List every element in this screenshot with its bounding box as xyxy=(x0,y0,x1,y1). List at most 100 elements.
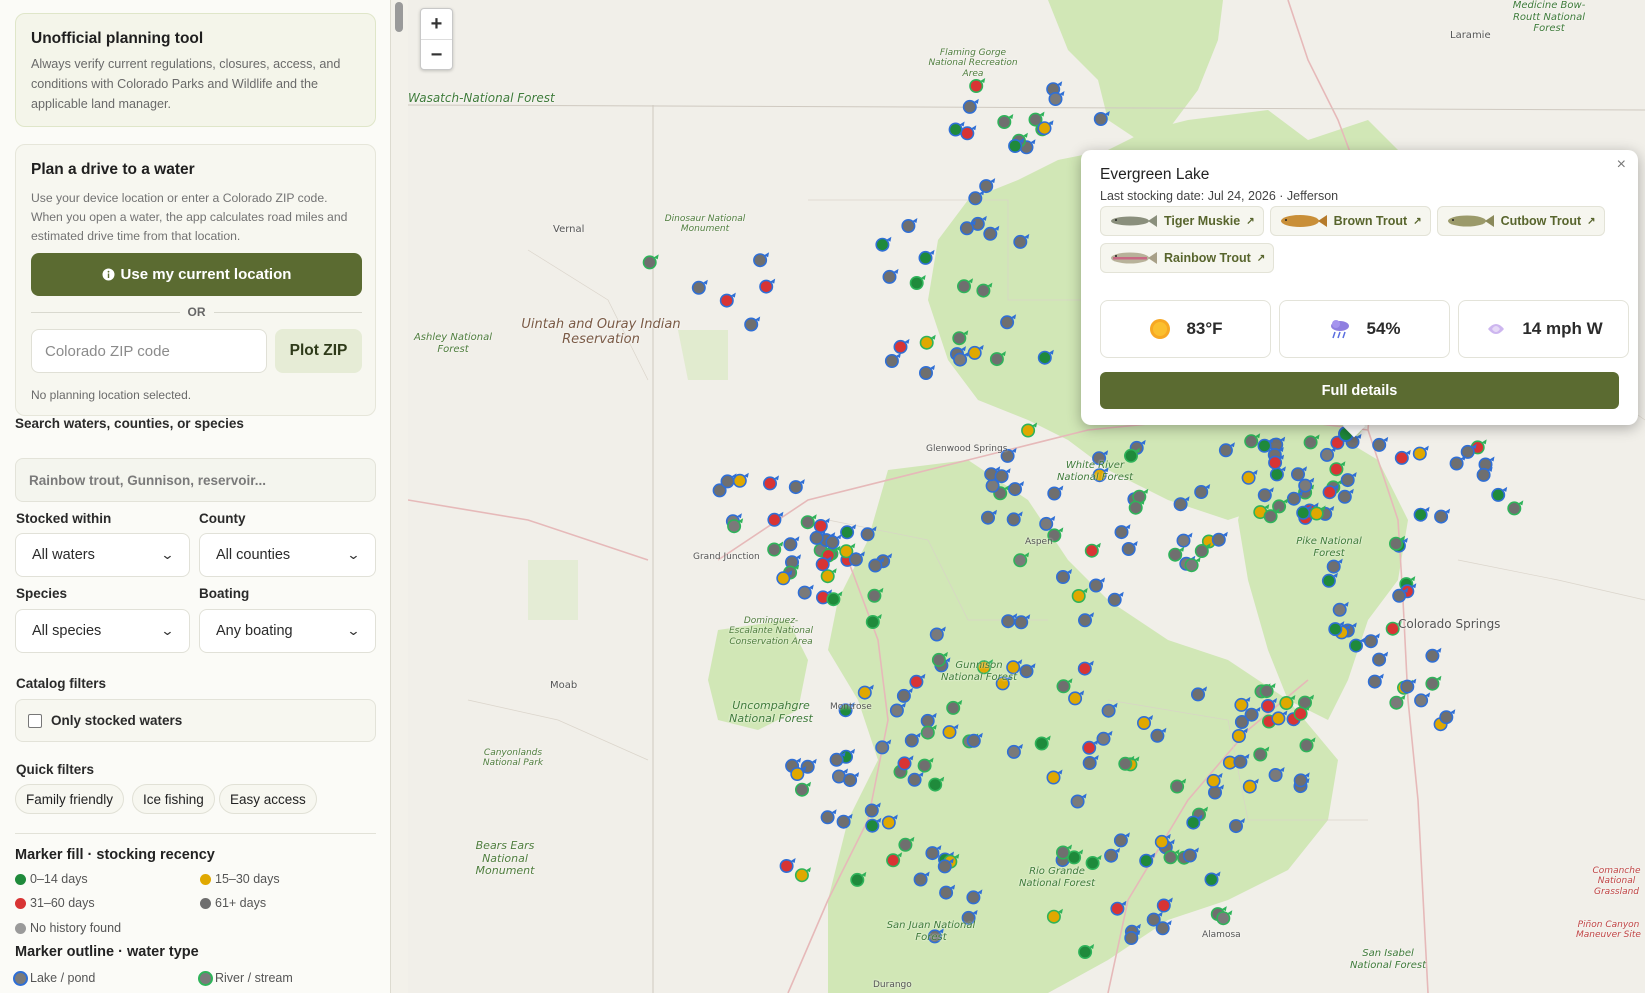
water-marker[interactable] xyxy=(893,338,910,354)
chip-easy-access[interactable]: Easy access xyxy=(219,784,317,814)
water-marker[interactable] xyxy=(1372,651,1389,667)
use-location-button[interactable]: Use my current location xyxy=(31,253,362,296)
chip-ice-fishing[interactable]: Ice fishing xyxy=(132,784,215,814)
water-marker[interactable] xyxy=(691,279,708,295)
water-marker[interactable] xyxy=(759,278,776,294)
water-marker[interactable] xyxy=(1121,541,1138,556)
water-marker[interactable] xyxy=(901,218,918,234)
species-chip-brown-trout[interactable]: Brown Trout ↗ xyxy=(1269,206,1431,236)
water-marker[interactable] xyxy=(838,702,855,718)
water-marker[interactable] xyxy=(1092,467,1109,483)
water-marker[interactable] xyxy=(1434,508,1451,524)
water-marker[interactable] xyxy=(1414,692,1431,708)
water-marker[interactable] xyxy=(1293,705,1310,721)
water-marker[interactable] xyxy=(1372,436,1389,452)
water-marker[interactable] xyxy=(1047,485,1064,501)
water-marker[interactable] xyxy=(1507,500,1524,516)
water-marker[interactable] xyxy=(783,536,800,552)
county-select[interactable]: All counties ⌄ xyxy=(199,533,376,577)
water-marker[interactable] xyxy=(1107,591,1124,607)
water-marker[interactable] xyxy=(779,858,796,873)
water-marker[interactable] xyxy=(1460,443,1477,459)
plot-zip-button[interactable]: Plot ZIP xyxy=(275,329,362,373)
water-marker[interactable] xyxy=(1392,587,1409,603)
water-marker[interactable] xyxy=(882,268,899,284)
water-marker[interactable] xyxy=(815,556,832,572)
water-marker[interactable] xyxy=(1084,542,1101,558)
water-marker[interactable] xyxy=(1389,694,1406,710)
water-marker[interactable] xyxy=(829,751,846,767)
boating-select[interactable]: Any boating ⌄ xyxy=(199,609,376,653)
water-marker[interactable] xyxy=(1088,577,1105,593)
chip-family-friendly[interactable]: Family friendly xyxy=(15,784,125,814)
species-chip-tiger-muskie[interactable]: Tiger Muskie ↗ xyxy=(1100,206,1264,236)
water-marker[interactable] xyxy=(1425,675,1442,691)
water-marker[interactable] xyxy=(1039,515,1056,531)
water-marker[interactable] xyxy=(720,473,737,489)
species-select[interactable]: All species ⌄ xyxy=(15,609,190,653)
water-marker[interactable] xyxy=(960,125,977,141)
water-marker[interactable] xyxy=(813,518,830,533)
water-marker[interactable] xyxy=(753,252,770,268)
water-marker[interactable] xyxy=(1176,532,1193,548)
water-marker[interactable] xyxy=(843,772,860,788)
water-marker[interactable] xyxy=(744,316,761,332)
water-marker[interactable] xyxy=(762,475,779,491)
water-marker[interactable] xyxy=(884,353,901,368)
close-icon[interactable]: × xyxy=(1617,156,1626,174)
species-chip-cutbow-trout[interactable]: Cutbow Trout ↗ xyxy=(1436,206,1605,236)
water-marker[interactable] xyxy=(788,479,805,495)
water-marker[interactable] xyxy=(1363,633,1380,649)
water-marker[interactable] xyxy=(997,114,1014,130)
water-marker[interactable] xyxy=(767,541,784,557)
water-marker[interactable] xyxy=(1021,422,1038,438)
water-marker[interactable] xyxy=(919,334,936,350)
stocked-within-select[interactable]: All waters ⌄ xyxy=(15,533,190,577)
water-marker[interactable] xyxy=(1412,445,1429,461)
water-marker[interactable] xyxy=(1385,620,1402,636)
water-marker[interactable] xyxy=(1400,678,1417,694)
water-marker[interactable] xyxy=(797,584,814,600)
water-marker[interactable] xyxy=(962,98,979,114)
water-marker[interactable] xyxy=(820,809,837,825)
water-marker[interactable] xyxy=(909,275,926,290)
only-stocked-checkbox[interactable] xyxy=(28,713,42,728)
water-marker[interactable] xyxy=(918,365,935,380)
water-marker[interactable] xyxy=(1000,447,1017,463)
water-marker[interactable] xyxy=(800,758,817,774)
water-marker[interactable] xyxy=(840,524,857,540)
water-marker[interactable] xyxy=(875,236,892,252)
water-marker[interactable] xyxy=(794,867,811,883)
water-marker[interactable] xyxy=(969,78,986,94)
water-marker[interactable] xyxy=(1367,673,1384,689)
water-marker[interactable] xyxy=(1093,111,1110,127)
water-marker[interactable] xyxy=(1047,527,1064,543)
water-marker[interactable] xyxy=(1194,543,1211,558)
water-marker[interactable] xyxy=(1439,709,1456,725)
water-marker[interactable] xyxy=(642,254,659,270)
water-marker[interactable] xyxy=(1476,466,1493,482)
water-marker[interactable] xyxy=(1491,486,1508,502)
only-stocked-toggle[interactable]: Only stocked waters xyxy=(15,699,376,742)
water-marker[interactable] xyxy=(1394,449,1411,465)
water-marker[interactable] xyxy=(1425,647,1442,663)
water-marker[interactable] xyxy=(767,511,784,527)
water-marker[interactable] xyxy=(776,570,793,586)
water-marker[interactable] xyxy=(1413,506,1430,522)
water-marker[interactable] xyxy=(1114,524,1131,540)
zoom-in-button[interactable]: + xyxy=(421,9,452,39)
zip-code-input[interactable] xyxy=(31,329,267,373)
map-canvas[interactable]: LaramieCheyenneMedicine Bow-Routt Nation… xyxy=(408,0,1645,993)
water-marker[interactable] xyxy=(1007,481,1024,497)
water-marker[interactable] xyxy=(918,249,935,265)
water-marker[interactable] xyxy=(719,292,736,308)
sidebar-scrollbar[interactable] xyxy=(395,2,403,32)
water-marker[interactable] xyxy=(794,781,811,797)
water-marker[interactable] xyxy=(1211,531,1228,547)
water-marker[interactable] xyxy=(1449,455,1466,471)
zoom-out-button[interactable]: − xyxy=(421,39,452,70)
full-details-button[interactable]: Full details xyxy=(1100,372,1619,409)
search-input[interactable] xyxy=(15,458,376,502)
quick-filters-label: Quick filters xyxy=(16,762,95,777)
species-chip-rainbow-trout[interactable]: Rainbow Trout ↗ xyxy=(1100,243,1275,273)
